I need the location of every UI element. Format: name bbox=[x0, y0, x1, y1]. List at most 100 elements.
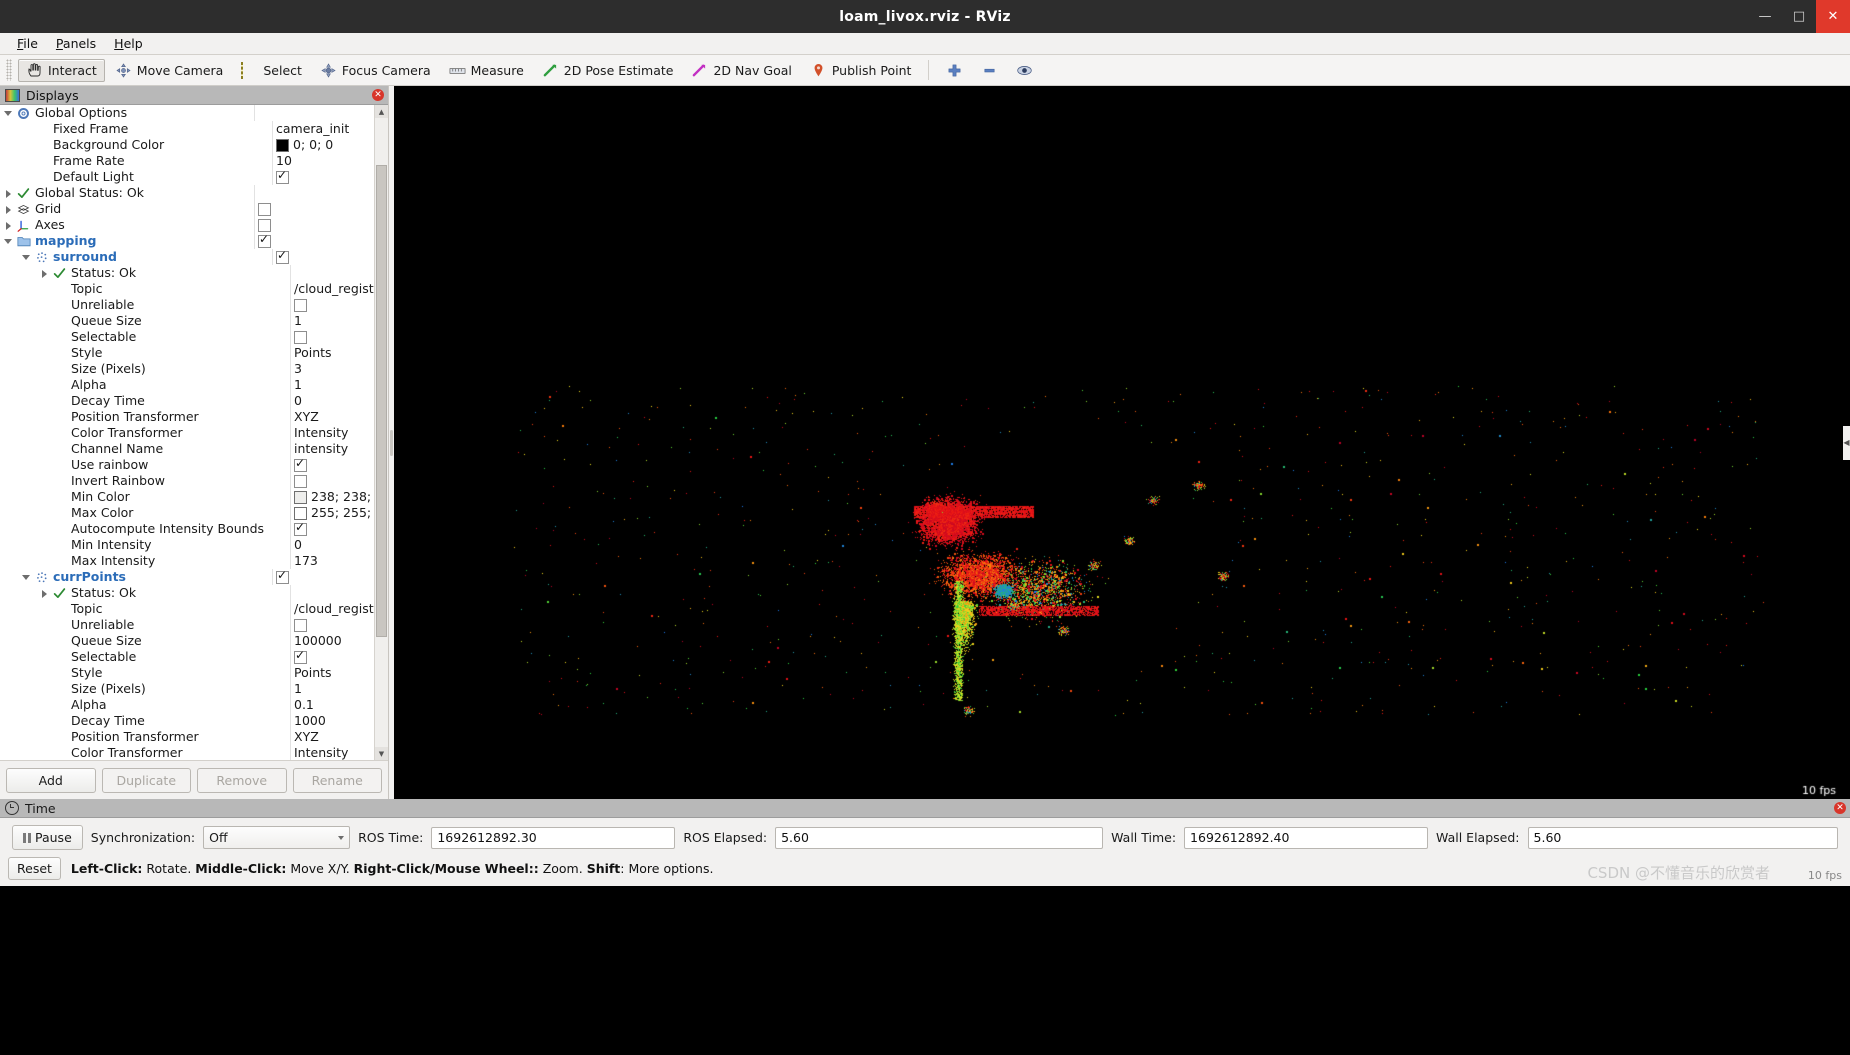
checkbox-checked[interactable] bbox=[276, 169, 289, 184]
expand-arrow-open-icon[interactable] bbox=[22, 253, 31, 262]
display-row-value-cell[interactable]: 0 bbox=[290, 393, 375, 409]
tool-2d-nav-goal[interactable]: 2D Nav Goal bbox=[683, 59, 799, 82]
display-row-value-cell[interactable] bbox=[254, 217, 375, 233]
display-row[interactable]: Global Options bbox=[0, 105, 375, 121]
display-row-value-cell[interactable]: Intensity bbox=[290, 745, 375, 760]
tool-move-camera[interactable]: Move Camera bbox=[107, 59, 232, 82]
checkbox-unchecked[interactable] bbox=[294, 298, 307, 312]
checkbox-unchecked[interactable] bbox=[294, 474, 307, 488]
menu-panels[interactable]: Panels bbox=[47, 34, 105, 53]
display-row[interactable]: Min Color 238; 238; 236 bbox=[0, 489, 375, 505]
displays-scrollbar[interactable]: ▲ ▼ bbox=[374, 105, 388, 760]
expand-arrow-closed-icon[interactable] bbox=[40, 269, 49, 278]
scroll-down-icon[interactable]: ▼ bbox=[375, 747, 388, 760]
display-row[interactable]: Background Color 0; 0; 0 bbox=[0, 137, 375, 153]
display-row-value-cell[interactable]: /cloud_registered bbox=[290, 601, 375, 617]
display-row-value-cell[interactable] bbox=[272, 249, 375, 265]
reset-button[interactable]: Reset bbox=[8, 857, 61, 880]
display-row[interactable]: Style Points bbox=[0, 665, 375, 681]
display-row-value-cell[interactable]: 1 bbox=[290, 681, 375, 697]
display-row-value-cell[interactable]: Intensity bbox=[290, 425, 375, 441]
point-cloud-canvas[interactable] bbox=[394, 86, 1844, 799]
ros-time-field[interactable]: 1692612892.30 bbox=[431, 826, 676, 849]
color-swatch[interactable] bbox=[276, 138, 289, 152]
wall-time-field[interactable]: 1692612892.40 bbox=[1184, 826, 1429, 849]
checkbox-checked[interactable] bbox=[276, 569, 289, 584]
display-row[interactable]: Size (Pixels) 3 bbox=[0, 361, 375, 377]
checkbox-checked[interactable] bbox=[276, 249, 289, 264]
render-view-3d[interactable]: ◀ bbox=[394, 86, 1850, 799]
display-row-value-cell[interactable] bbox=[254, 185, 375, 201]
display-row[interactable]: Topic/cloud_registered bbox=[0, 601, 375, 617]
toolbar-grip[interactable] bbox=[6, 59, 12, 81]
display-row[interactable]: Unreliable bbox=[0, 617, 375, 633]
display-row-value-cell[interactable]: XYZ bbox=[290, 729, 375, 745]
display-row[interactable]: mapping bbox=[0, 233, 375, 249]
display-row[interactable]: Queue Size 1 bbox=[0, 313, 375, 329]
remove-button[interactable]: Remove bbox=[197, 767, 287, 793]
tool-remove-view[interactable] bbox=[973, 59, 1006, 82]
display-row[interactable]: Global Status: Ok bbox=[0, 185, 375, 201]
display-row-value-cell[interactable]: intensity bbox=[290, 441, 375, 457]
menu-file[interactable]: File bbox=[8, 34, 47, 53]
display-row[interactable]: Position Transformer XYZ bbox=[0, 729, 375, 745]
display-row[interactable]: Alpha 0.1 bbox=[0, 697, 375, 713]
display-row-value-cell[interactable]: 0.1 bbox=[290, 697, 375, 713]
scroll-up-icon[interactable]: ▲ bbox=[375, 105, 388, 118]
display-row[interactable]: Frame Rate 10 bbox=[0, 153, 375, 169]
display-row[interactable]: Use rainbow bbox=[0, 457, 375, 473]
display-row-value-cell[interactable] bbox=[290, 521, 375, 537]
display-row[interactable]: Topic/cloud_registered bbox=[0, 281, 375, 297]
display-row-value-cell[interactable] bbox=[290, 265, 375, 281]
tool-publish-point[interactable]: Publish Point bbox=[802, 59, 920, 82]
display-row-value-cell[interactable] bbox=[254, 201, 375, 217]
display-row-value-cell[interactable] bbox=[254, 105, 375, 121]
checkbox-unchecked[interactable] bbox=[258, 218, 271, 232]
display-row[interactable]: Channel Name intensity bbox=[0, 441, 375, 457]
checkbox-unchecked[interactable] bbox=[294, 618, 307, 632]
expand-arrow-open-icon[interactable] bbox=[22, 573, 31, 582]
display-row-value-cell[interactable] bbox=[254, 233, 375, 249]
rename-button[interactable]: Rename bbox=[292, 767, 382, 793]
tool-add-view[interactable] bbox=[938, 59, 971, 82]
display-row-value-cell[interactable]: XYZ bbox=[290, 409, 375, 425]
display-row-value-cell[interactable]: 1000 bbox=[290, 713, 375, 729]
display-row[interactable]: Status: Ok bbox=[0, 265, 375, 281]
minimize-button[interactable]: — bbox=[1748, 0, 1782, 33]
display-row[interactable]: Color Transformer Intensity bbox=[0, 745, 375, 760]
checkbox-checked[interactable] bbox=[294, 457, 307, 472]
scroll-thumb[interactable] bbox=[376, 165, 387, 637]
tool-toggle-visibility[interactable] bbox=[1008, 59, 1041, 82]
display-row[interactable]: Position Transformer XYZ bbox=[0, 409, 375, 425]
display-row[interactable]: Selectable bbox=[0, 329, 375, 345]
display-row-value-cell[interactable]: Points bbox=[290, 345, 375, 361]
display-row[interactable]: Max Intensity 173 bbox=[0, 553, 375, 569]
display-row-value-cell[interactable]: camera_init bbox=[272, 121, 375, 137]
duplicate-button[interactable]: Duplicate bbox=[101, 767, 191, 793]
display-row-value-cell[interactable]: 0; 0; 0 bbox=[272, 137, 375, 153]
displays-tree[interactable]: Global Options Fixed Frame camera_init Back… bbox=[0, 105, 375, 760]
display-row[interactable]: currPoints bbox=[0, 569, 375, 585]
display-row[interactable]: Default Light bbox=[0, 169, 375, 185]
expand-arrow-open-icon[interactable] bbox=[4, 237, 13, 246]
display-row[interactable]: Selectable bbox=[0, 649, 375, 665]
display-row[interactable]: Min Intensity 0 bbox=[0, 537, 375, 553]
tool-2d-pose-estimate[interactable]: 2D Pose Estimate bbox=[534, 59, 682, 82]
display-row-value-cell[interactable] bbox=[272, 569, 375, 585]
expand-arrow-closed-icon[interactable] bbox=[4, 221, 13, 230]
wall-elapsed-field[interactable]: 5.60 bbox=[1527, 826, 1838, 849]
color-swatch[interactable] bbox=[294, 506, 307, 520]
display-row[interactable]: Color Transformer Intensity bbox=[0, 425, 375, 441]
display-row-value-cell[interactable]: 238; 238; 236 bbox=[290, 489, 375, 505]
expand-arrow-closed-icon[interactable] bbox=[4, 205, 13, 214]
display-row[interactable]: Decay Time 1000 bbox=[0, 713, 375, 729]
display-row-value-cell[interactable]: /cloud_registered bbox=[290, 281, 375, 297]
display-row[interactable]: Max Color 255; 255; 255 bbox=[0, 505, 375, 521]
display-row-value-cell[interactable]: 3 bbox=[290, 361, 375, 377]
display-row-value-cell[interactable] bbox=[272, 169, 375, 185]
checkbox-checked[interactable] bbox=[294, 649, 307, 664]
display-row-value-cell[interactable] bbox=[290, 329, 375, 345]
checkbox-checked[interactable] bbox=[258, 233, 271, 248]
view-collapse-arrow-icon[interactable]: ◀ bbox=[1843, 425, 1850, 460]
display-row[interactable]: Size (Pixels) 1 bbox=[0, 681, 375, 697]
